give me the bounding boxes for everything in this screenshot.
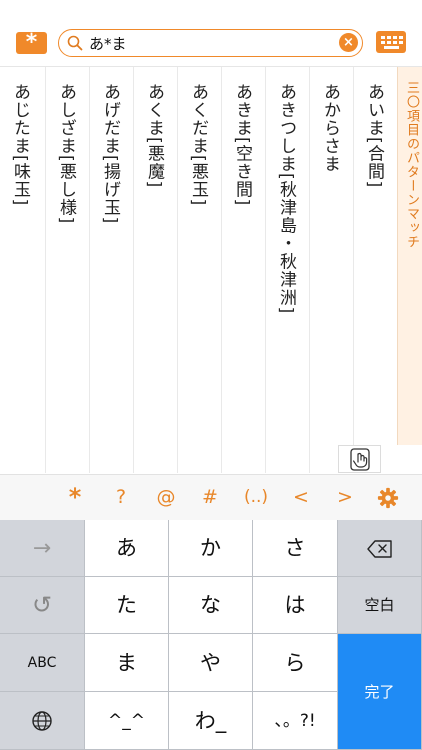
paren-insert-button[interactable]: (..) [235,475,277,520]
key-ma[interactable]: ま [85,634,169,692]
match-count-label: 三〇項目のパターンマッチ [404,81,419,249]
key-ra[interactable]: ら [253,634,338,692]
search-icon [67,35,83,51]
question-insert-button[interactable]: ? [101,475,141,520]
at-insert-button[interactable]: @ [146,475,186,520]
backspace-icon [366,540,392,558]
result-item[interactable]: あしざま[悪し様] [45,67,90,473]
globe-key[interactable] [0,692,85,750]
hand-pointer-icon [350,448,370,471]
results-header: 三〇項目のパターンマッチ [397,67,422,445]
top-bar: * あ*ま × [0,0,422,67]
kaomoji-key[interactable]: ^_^ [85,692,169,750]
key-wa[interactable]: わ_ [169,692,253,750]
key-ka[interactable]: か [169,520,253,577]
result-item[interactable]: あきつしま[秋津島・秋津洲] [265,67,310,473]
result-item[interactable]: あきま[空き間] [221,67,266,473]
wildcard-insert-button[interactable]: * [55,475,95,520]
key-ha[interactable]: は [253,577,338,634]
key-ya[interactable]: や [169,634,253,692]
cursor-right-button[interactable]: > [325,475,365,520]
results-list: 三〇項目のパターンマッチ あいま[合間] あからさま あきつしま[秋津島・秋津洲… [0,67,422,473]
result-item[interactable]: あいま[合間] [353,67,398,473]
key-a[interactable]: あ [85,520,169,577]
undo-key[interactable]: ↺ [0,577,85,634]
done-key[interactable]: 完了 [338,634,422,750]
search-field[interactable]: あ*ま × [58,29,363,57]
result-item[interactable]: あげだま[揚げ玉] [89,67,134,473]
keyboard-toggle-button[interactable] [376,31,406,53]
result-item[interactable]: あくま[悪魔] [133,67,178,473]
result-item[interactable]: あからさま [309,67,354,473]
settings-button[interactable] [368,475,408,520]
key-sa[interactable]: さ [253,520,338,577]
search-input[interactable]: あ*ま [89,33,127,54]
arrow-key[interactable]: → [0,520,85,577]
key-na[interactable]: な [169,577,253,634]
touch-mode-button[interactable] [338,445,381,473]
result-item[interactable]: あくだま[悪玉] [177,67,222,473]
result-item[interactable]: あじたま[味玉] [0,67,45,473]
backspace-key[interactable] [338,520,422,577]
gear-icon [377,487,399,509]
wildcard-button[interactable]: * [16,32,47,54]
punctuation-key[interactable]: 、。?! [253,692,338,750]
clear-search-button[interactable]: × [339,33,358,52]
cursor-left-button[interactable]: < [281,475,321,520]
key-ta[interactable]: た [85,577,169,634]
globe-icon [32,711,52,731]
hash-insert-button[interactable]: # [190,475,230,520]
pattern-toolbar: * ? @ # (..) < > [0,474,422,521]
space-key[interactable]: 空白 [338,577,422,634]
abc-key[interactable]: ABC [0,634,85,692]
keyboard: → ↺ ABC あ か さ た な は ま や ら ^_^ わ_ 、。?! 空白… [0,520,422,750]
